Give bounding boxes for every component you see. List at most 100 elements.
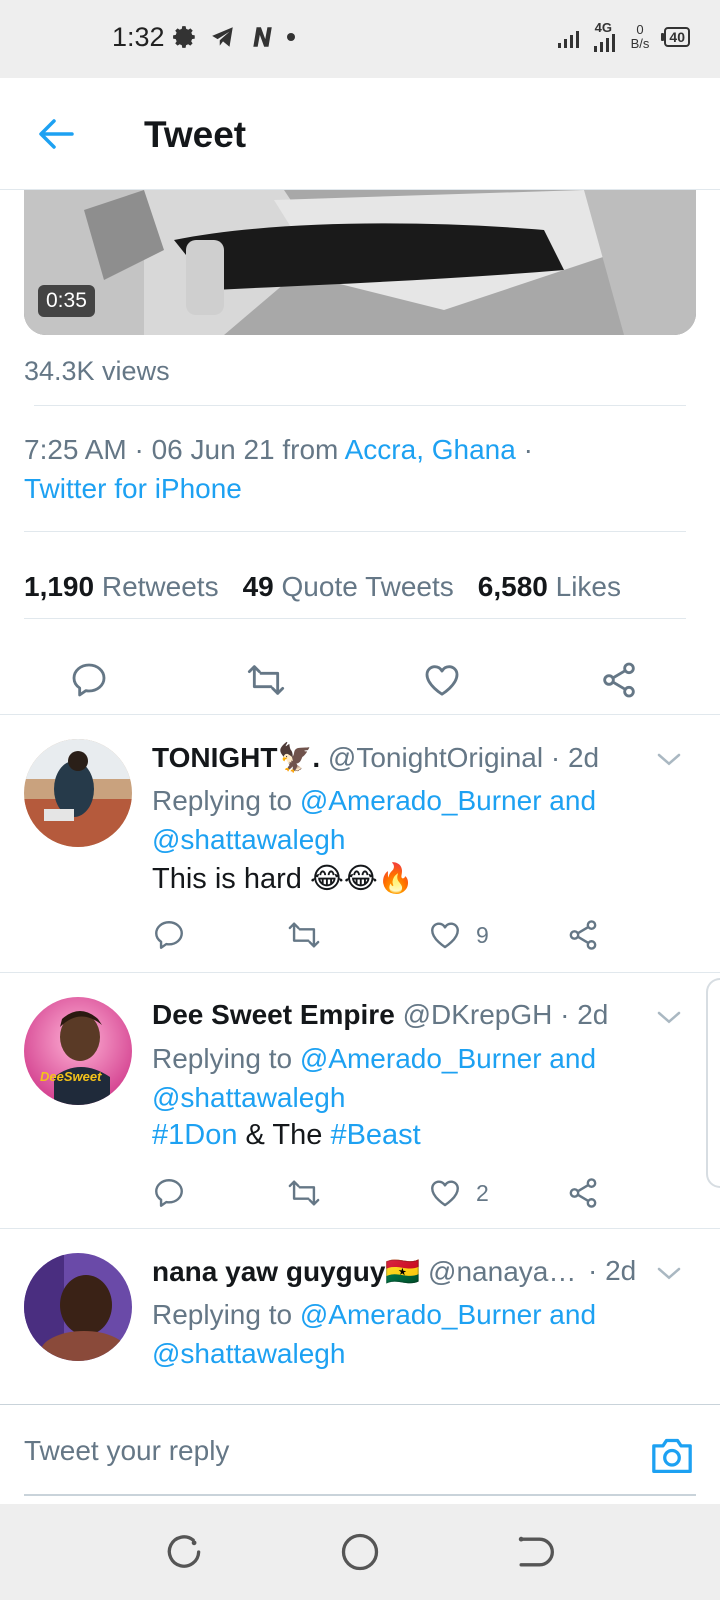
tweet-video[interactable]: 0:35 bbox=[24, 190, 696, 335]
camera-icon[interactable] bbox=[650, 1435, 694, 1475]
hashtag-link[interactable]: #1Don bbox=[152, 1119, 237, 1151]
edge-panel-handle[interactable] bbox=[706, 978, 720, 1188]
comment-icon bbox=[155, 1179, 183, 1207]
tweet-location-link[interactable]: Accra, Ghana bbox=[345, 434, 516, 465]
status-bar: 1:32 4G 0 B/s 40 bbox=[0, 0, 720, 78]
replying-to: Replying to @Amerado_Burner and @shattaw… bbox=[152, 1295, 596, 1373]
retweets-label: Retweets bbox=[101, 571, 219, 602]
comment-icon bbox=[155, 921, 183, 949]
user-photo-tonight bbox=[24, 739, 132, 847]
tweet-time-date: 7:25 AM · 06 Jun 21 from bbox=[24, 434, 345, 465]
dot-icon bbox=[287, 33, 295, 41]
network-speed-value: 0 bbox=[636, 22, 644, 37]
reply-text-middle: & The bbox=[237, 1119, 331, 1151]
reply-header: TONIGHT🦅. @TonightOriginal · 2d bbox=[152, 741, 662, 774]
replying-to-user[interactable]: @shattawalegh bbox=[152, 1338, 345, 1369]
replying-to: Replying to @Amerado_Burner and @shattaw… bbox=[152, 781, 596, 859]
heart-icon bbox=[425, 665, 459, 696]
quote-tweets-count: 49 bbox=[242, 571, 274, 602]
retweets-count: 1,190 bbox=[24, 571, 95, 602]
share-button[interactable] bbox=[566, 1173, 600, 1213]
reply-tweet[interactable]: nana yaw guyguy🇬🇭 @nanaya… · 2d Replying… bbox=[0, 1228, 720, 1404]
reply-input[interactable]: Tweet your reply bbox=[24, 1435, 614, 1467]
replying-to-users[interactable]: @Amerado_Burner and bbox=[300, 1043, 596, 1074]
quote-tweets-label: Quote Tweets bbox=[281, 571, 454, 602]
network-speed-unit: B/s bbox=[630, 36, 650, 51]
likes-count: 6,580 bbox=[477, 571, 548, 602]
replying-to: Replying to @Amerado_Burner and @shattaw… bbox=[152, 1039, 596, 1117]
reply-header: nana yaw guyguy🇬🇭 @nanaya… bbox=[152, 1255, 632, 1288]
share-button[interactable] bbox=[594, 655, 644, 705]
reply-author-handle: @TonightOriginal · 2d bbox=[327, 742, 600, 773]
likes-label: Likes bbox=[555, 571, 622, 602]
like-button[interactable]: 9 bbox=[428, 915, 489, 955]
retweets-stat[interactable]: 1,190 Retweets bbox=[24, 571, 219, 603]
chevron-down-icon[interactable] bbox=[654, 745, 684, 775]
settings-gear-icon bbox=[173, 26, 195, 48]
likes-stat[interactable]: 6,580 Likes bbox=[478, 571, 621, 603]
view-count: 34.3K views bbox=[24, 356, 170, 386]
reply-author-name[interactable]: TONIGHT🦅. bbox=[152, 742, 320, 773]
divider bbox=[34, 405, 686, 406]
avatar[interactable] bbox=[24, 739, 132, 847]
reply-tweet[interactable]: TONIGHT🦅. @TonightOriginal · 2d Replying… bbox=[0, 714, 720, 972]
chevron-down-icon[interactable] bbox=[654, 1003, 684, 1033]
retweet-icon bbox=[288, 1180, 320, 1206]
status-time: 1:32 bbox=[112, 22, 165, 52]
reply-button[interactable] bbox=[152, 915, 186, 955]
page-title: Tweet bbox=[144, 114, 247, 155]
replying-to-users[interactable]: @Amerado_Burner and bbox=[300, 785, 596, 816]
avatar[interactable]: DeeSweet bbox=[24, 997, 132, 1105]
reply-text: This is hard 😂😂🔥 bbox=[152, 863, 414, 895]
like-count: 9 bbox=[476, 921, 489, 948]
retweet-button[interactable] bbox=[286, 1173, 322, 1213]
share-icon bbox=[569, 1178, 597, 1208]
like-count: 2 bbox=[476, 1179, 489, 1206]
tweet-source-line: Twitter for iPhone bbox=[24, 473, 242, 505]
reply-author-name[interactable]: nana yaw guyguy🇬🇭 bbox=[152, 1256, 420, 1287]
like-button[interactable] bbox=[417, 655, 467, 705]
signal-bars-4g-icon bbox=[593, 34, 615, 52]
reply-input-underline bbox=[24, 1494, 696, 1496]
video-duration: 0:35 bbox=[38, 285, 95, 317]
like-button[interactable]: 2 bbox=[428, 1173, 489, 1213]
replying-to-user[interactable]: @shattawalegh bbox=[152, 1082, 345, 1113]
home-circle-icon[interactable] bbox=[338, 1530, 382, 1574]
reply-author-handle: @DKrepGH · 2d bbox=[402, 999, 609, 1030]
recent-apps-icon[interactable] bbox=[162, 1530, 206, 1574]
chevron-down-icon[interactable] bbox=[654, 1259, 684, 1289]
reply-text: #1Don & The #Beast bbox=[152, 1119, 421, 1152]
battery-level: 40 bbox=[669, 29, 685, 45]
share-icon bbox=[569, 920, 597, 950]
heart-icon bbox=[431, 1180, 459, 1207]
back-nav-icon[interactable] bbox=[512, 1530, 556, 1574]
avatar[interactable] bbox=[24, 1253, 132, 1361]
tweet-source-link[interactable]: Twitter for iPhone bbox=[24, 473, 242, 504]
replying-to-prefix: Replying to bbox=[152, 785, 300, 816]
video-frame-image bbox=[24, 190, 696, 335]
hashtag-link[interactable]: #Beast bbox=[330, 1119, 420, 1151]
retweet-icon bbox=[288, 922, 320, 948]
replying-to-user[interactable]: @shattawalegh bbox=[152, 824, 345, 855]
retweet-icon bbox=[247, 665, 285, 695]
reply-author-name[interactable]: Dee Sweet Empire bbox=[152, 999, 395, 1030]
status-notification-icons bbox=[172, 24, 296, 50]
retweet-button[interactable] bbox=[286, 915, 322, 955]
back-button[interactable] bbox=[34, 112, 78, 156]
system-nav-bar bbox=[0, 1504, 720, 1600]
avatar-logo-text: DeeSweet bbox=[40, 1069, 102, 1084]
signal-bars-icon bbox=[557, 31, 579, 48]
divider bbox=[24, 531, 686, 532]
telegram-icon bbox=[212, 27, 233, 47]
share-button[interactable] bbox=[566, 915, 600, 955]
network-type-indicator: 4G bbox=[593, 20, 623, 52]
replying-to-users[interactable]: @Amerado_Burner and bbox=[300, 1299, 596, 1330]
reply-tweet[interactable]: DeeSweet Dee Sweet Empire @DKrepGH · 2d … bbox=[0, 972, 720, 1228]
quote-tweets-stat[interactable]: 49 Quote Tweets bbox=[243, 571, 454, 603]
reply-actions: 2 bbox=[152, 1173, 632, 1217]
reply-author-handle: @nanaya… bbox=[428, 1256, 577, 1287]
reply-button[interactable] bbox=[64, 655, 114, 705]
tweet-stats: 1,190 Retweets 49 Quote Tweets 6,580 Lik… bbox=[24, 571, 621, 603]
reply-button[interactable] bbox=[152, 1173, 186, 1213]
retweet-button[interactable] bbox=[241, 655, 291, 705]
